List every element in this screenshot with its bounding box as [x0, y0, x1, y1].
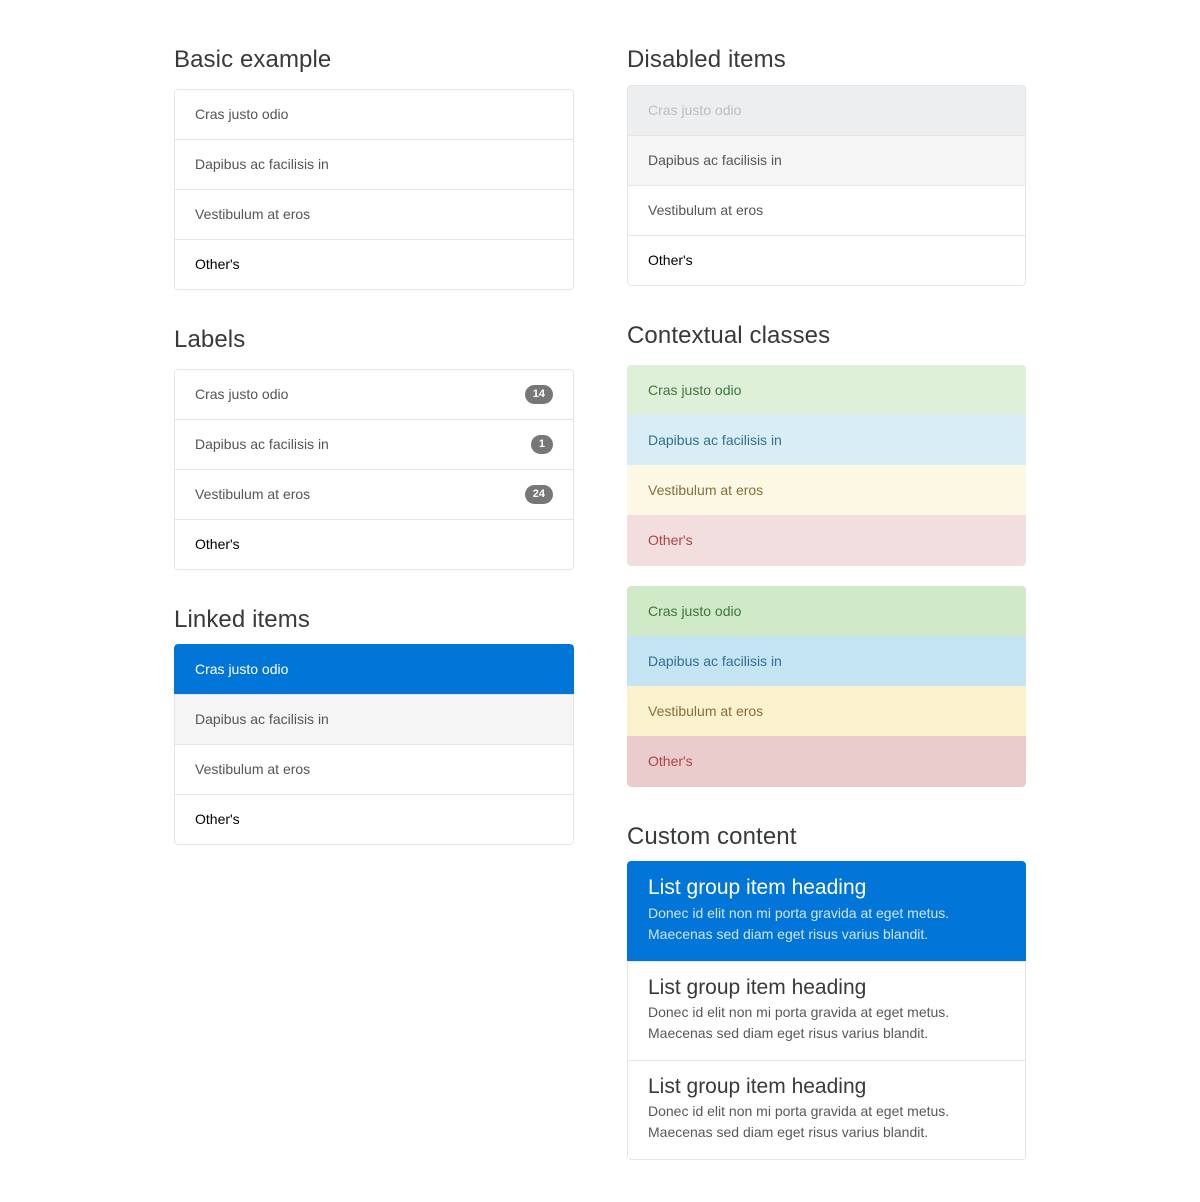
- list-item-danger: Other's: [627, 514, 1026, 566]
- list-item-custom[interactable]: List group item heading Donec id elit no…: [627, 1059, 1026, 1160]
- list-item-text-line1: Donec id elit non mi porta gravida at eg…: [648, 1003, 950, 1020]
- list-item-text-line1: Donec id elit non mi porta gravida at eg…: [648, 1102, 950, 1119]
- list-item-label: Vestibulum at eros: [195, 761, 311, 778]
- list-item-label: Other's: [195, 535, 240, 552]
- list-item-heading: List group item heading: [648, 1074, 867, 1098]
- list-item-label: Cras justo odio: [195, 105, 289, 122]
- list-item-link[interactable]: Other's: [174, 794, 574, 846]
- list-item-label: Dapibus ac facilisis in: [195, 711, 329, 728]
- badge-count: 24: [524, 484, 553, 504]
- list-item-text-line2: Maecenas sed diam eget risus varius blan…: [648, 1024, 929, 1041]
- list-item-heading: List group item heading: [648, 876, 867, 900]
- list-item-label: Vestibulum at eros: [648, 201, 764, 218]
- list-item-link-disabled: Cras justo odio: [627, 84, 1026, 135]
- list-item-custom[interactable]: List group item heading Donec id elit no…: [627, 960, 1026, 1060]
- list-item-label: Other's: [648, 752, 693, 769]
- list-item-label: Vestibulum at eros: [195, 205, 311, 222]
- list-item-label: Vestibulum at eros: [195, 485, 311, 502]
- list-item-label: Cras justo odio: [195, 385, 289, 402]
- list-group-labels: Cras justo odio 14 Dapibus ac facilisis …: [174, 368, 574, 570]
- list-item-label: Dapibus ac facilisis in: [195, 155, 329, 172]
- list-item-link[interactable]: Other's: [627, 234, 1026, 286]
- list-group-custom: List group item heading Donec id elit no…: [627, 861, 1026, 1160]
- list-item-link-success[interactable]: Cras justo odio: [627, 585, 1026, 636]
- list-item-text-line2: Maecenas sed diam eget risus varius blan…: [648, 925, 929, 942]
- list-item-link[interactable]: Dapibus ac facilisis in: [174, 694, 574, 745]
- page-title-labels: Labels: [174, 325, 246, 353]
- list-item-label: Dapibus ac facilisis in: [648, 151, 782, 168]
- list-item-link[interactable]: Vestibulum at eros: [627, 184, 1026, 235]
- page-title-contextual-classes: Contextual classes: [627, 321, 831, 349]
- list-item: Vestibulum at eros 24: [174, 468, 574, 519]
- list-item-success: Cras justo odio: [627, 364, 1026, 415]
- list-item: Dapibus ac facilisis in 1: [174, 418, 574, 469]
- list-group-disabled: Cras justo odio Dapibus ac facilisis in …: [627, 84, 1026, 286]
- list-item-label: Dapibus ac facilisis in: [648, 652, 782, 669]
- list-item-label: Cras justo odio: [648, 602, 742, 619]
- page-title-linked-items: Linked items: [174, 605, 310, 633]
- list-item-label: Cras justo odio: [648, 381, 742, 398]
- list-item-label: Vestibulum at eros: [648, 702, 764, 719]
- list-item-label: Dapibus ac facilisis in: [648, 431, 782, 448]
- page-title-basic-example: Basic example: [174, 46, 332, 73]
- list-item-link[interactable]: Dapibus ac facilisis in: [627, 134, 1026, 185]
- list-group-basic: Cras justo odio Dapibus ac facilisis in …: [174, 88, 574, 290]
- badge-count: 1: [530, 434, 553, 454]
- list-item: Dapibus ac facilisis in: [174, 138, 574, 189]
- list-item-info: Dapibus ac facilisis in: [627, 414, 1026, 465]
- list-item-heading: List group item heading: [648, 975, 867, 999]
- list-item-link-warning[interactable]: Vestibulum at eros: [627, 685, 1026, 736]
- page-title-disabled-items: Disabled items: [627, 46, 786, 73]
- list-item-label: Other's: [648, 251, 693, 268]
- list-item: Cras justo odio: [174, 88, 574, 139]
- list-item-text-line2: Maecenas sed diam eget risus varius blan…: [648, 1123, 929, 1140]
- list-group-contextual-two: Cras justo odio Dapibus ac facilisis in …: [627, 585, 1026, 787]
- list-item-label: Cras justo odio: [648, 101, 742, 118]
- list-item-warning: Vestibulum at eros: [627, 464, 1026, 515]
- list-item-label: Dapibus ac facilisis in: [195, 435, 329, 452]
- right-column: Disabled items Cras justo odio Dapibus a…: [627, 46, 1026, 1160]
- list-item-link-danger[interactable]: Other's: [627, 735, 1026, 787]
- list-item: Other's: [174, 238, 574, 290]
- list-item-label: Other's: [195, 255, 240, 272]
- list-item-label: Cras justo odio: [195, 661, 289, 678]
- list-item-custom-active[interactable]: List group item heading Donec id elit no…: [627, 861, 1026, 961]
- list-group-contextual-one: Cras justo odio Dapibus ac facilisis in …: [627, 364, 1026, 566]
- list-item-text-line1: Donec id elit non mi porta gravida at eg…: [648, 904, 950, 921]
- page-root: Basic example Cras justo odio Dapibus ac…: [0, 0, 1200, 1202]
- list-item-link-info[interactable]: Dapibus ac facilisis in: [627, 635, 1026, 686]
- list-item-label: Other's: [195, 811, 240, 828]
- list-item-label: Other's: [648, 531, 693, 548]
- badge-count: 14: [524, 384, 553, 404]
- list-group-linked: Cras justo odio Dapibus ac facilisis in …: [174, 644, 574, 846]
- list-item: Cras justo odio 14: [174, 368, 574, 419]
- left-column: Basic example Cras justo odio Dapibus ac…: [174, 46, 574, 846]
- list-item: Other's: [174, 518, 574, 570]
- list-item-link[interactable]: Vestibulum at eros: [174, 744, 574, 795]
- list-item-link-active[interactable]: Cras justo odio: [174, 644, 574, 695]
- page-title-custom-content: Custom content: [627, 822, 797, 850]
- list-item-label: Vestibulum at eros: [648, 481, 764, 498]
- list-item: Vestibulum at eros: [174, 188, 574, 239]
